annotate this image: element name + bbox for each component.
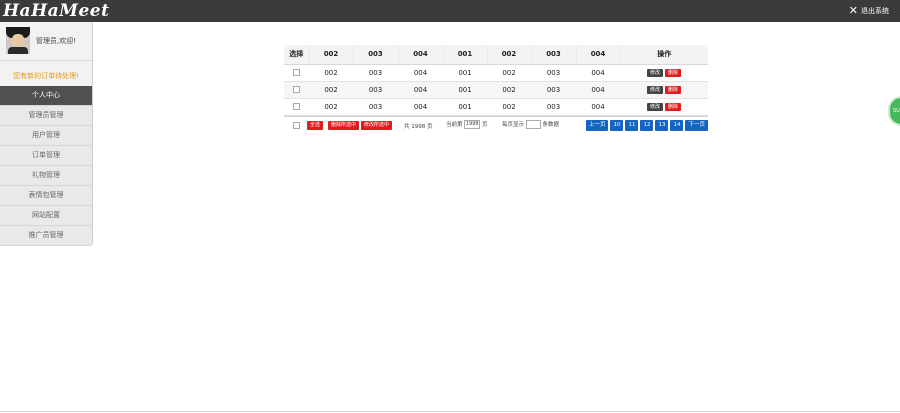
table-row: 002 003 004 001 002 003 004 修改 删除 [284, 64, 708, 81]
select-all-button[interactable]: 全选 [307, 120, 324, 130]
column-header[interactable]: 004 [397, 45, 443, 65]
table-cell: 004 [413, 68, 428, 77]
sidebar-item-profile[interactable]: 个人中心 [0, 86, 92, 106]
sidebar-item-promoters[interactable]: 推广员管理 [0, 226, 92, 246]
table-cell: 003 [368, 102, 383, 111]
bottom-divider [0, 411, 900, 412]
table-cell: 004 [413, 102, 428, 111]
notice-alert[interactable]: 您有新的订单待处理! [0, 61, 92, 86]
table-cell: 002 [502, 102, 516, 111]
sidebar-item-emoji[interactable]: 表情包管理 [0, 186, 92, 206]
sidebar-item-site-config[interactable]: 网站配置 [0, 206, 92, 226]
sidebar-item-admins[interactable]: 管理员管理 [0, 106, 92, 126]
table-cell: 001 [458, 102, 472, 111]
column-header[interactable]: 003 [530, 45, 576, 65]
edit-selected-button[interactable]: 修改所选中 [361, 120, 393, 130]
table-cell: 004 [591, 68, 605, 77]
row-checkbox[interactable] [293, 103, 300, 110]
table-row: 002 003 004 001 002 003 004 修改 删除 [284, 98, 708, 115]
current-page-group: 当前第 1998 页 [446, 119, 488, 129]
select-all-checkbox[interactable] [293, 121, 300, 129]
table-cell: 002 [502, 68, 516, 77]
close-icon: ✕ [848, 4, 858, 17]
app-logo[interactable]: HaHaMeet [3, 0, 109, 22]
per-page-label: 每页显示 [502, 121, 525, 128]
user-panel: 管理员,欢迎! [0, 22, 92, 61]
next-page-button[interactable]: 下一页 [685, 119, 708, 131]
column-header[interactable]: 002 [486, 45, 531, 65]
table-cell: 002 [324, 68, 338, 77]
delete-selected-button[interactable]: 删除所选中 [328, 120, 360, 130]
table-cell: 001 [458, 85, 472, 94]
per-page-unit-label: 条数据 [542, 121, 560, 128]
table-cell: 003 [368, 85, 383, 94]
delete-button[interactable]: 删除 [665, 85, 682, 94]
current-page-label: 当前第 [446, 121, 463, 128]
current-page-input[interactable]: 1998 [464, 119, 481, 129]
data-table: 选择 002 003 004 001 002 003 004 操作 002 00… [284, 45, 708, 116]
top-bar: HaHaMeet ✕ 退出系统 [0, 0, 900, 22]
page-button[interactable]: 11 [625, 119, 639, 131]
page-button[interactable]: 13 [655, 119, 669, 131]
prev-page-button[interactable]: 上一页 [585, 119, 609, 131]
table-cell: 001 [458, 68, 472, 77]
sidebar-item-users[interactable]: 用户管理 [0, 126, 92, 146]
exit-button[interactable]: ✕ 退出系统 [849, 5, 889, 17]
user-greeting: 管理员,欢迎! [36, 37, 77, 45]
delete-button[interactable]: 删除 [665, 102, 682, 111]
table-header-row: 选择 002 003 004 001 002 003 004 操作 [284, 45, 708, 65]
per-page-group: 每页显示 条数据 [502, 119, 560, 129]
column-header: 选择 [284, 45, 309, 65]
page-button[interactable]: 12 [640, 119, 654, 131]
page-button[interactable]: 14 [670, 119, 684, 131]
table-cell: 002 [502, 85, 516, 94]
edit-button[interactable]: 修改 [646, 102, 663, 111]
exit-label: 退出系统 [861, 7, 889, 15]
total-pages-text: 共 1998 页 [404, 123, 433, 130]
avatar [6, 27, 30, 54]
row-checkbox[interactable] [293, 69, 300, 76]
table-cell: 004 [591, 102, 605, 111]
table-cell: 003 [546, 85, 561, 94]
column-header[interactable]: 001 [442, 45, 487, 65]
table-footer: 全选 删除所选中 修改所选中 共 1998 页 当前第 1998 页 每页显示 … [284, 115, 708, 134]
page-button[interactable]: 10 [610, 119, 624, 131]
edit-button[interactable]: 修改 [646, 68, 663, 77]
column-header: 操作 [619, 45, 708, 65]
column-header[interactable]: 004 [575, 45, 620, 65]
table-cell: 003 [546, 68, 561, 77]
column-header[interactable]: 003 [352, 45, 398, 65]
table-cell: 003 [546, 102, 561, 111]
table-cell: 003 [368, 68, 383, 77]
table-row: 002 003 004 001 002 003 004 修改 删除 [284, 81, 708, 98]
table-cell: 002 [324, 102, 338, 111]
data-grid: 选择 002 003 004 001 002 003 004 操作 002 00… [284, 45, 708, 134]
table-cell: 004 [591, 85, 605, 94]
per-page-input[interactable] [525, 119, 541, 129]
table-cell: 004 [413, 85, 428, 94]
support-float-button[interactable]: SUPP [888, 96, 900, 126]
row-checkbox[interactable] [293, 86, 300, 93]
sidebar: 管理员,欢迎! 您有新的订单待处理! 个人中心 管理员管理 用户管理 订单管理 … [0, 22, 93, 246]
delete-button[interactable]: 删除 [665, 68, 682, 77]
sidebar-item-orders[interactable]: 订单管理 [0, 146, 92, 166]
page-unit-label: 页 [482, 121, 488, 128]
table-cell: 002 [324, 85, 338, 94]
edit-button[interactable]: 修改 [646, 85, 663, 94]
column-header[interactable]: 002 [308, 45, 353, 65]
pagination: 上一页 10 11 12 13 14 下一页 [585, 119, 708, 131]
sidebar-item-gifts[interactable]: 礼物管理 [0, 166, 92, 186]
